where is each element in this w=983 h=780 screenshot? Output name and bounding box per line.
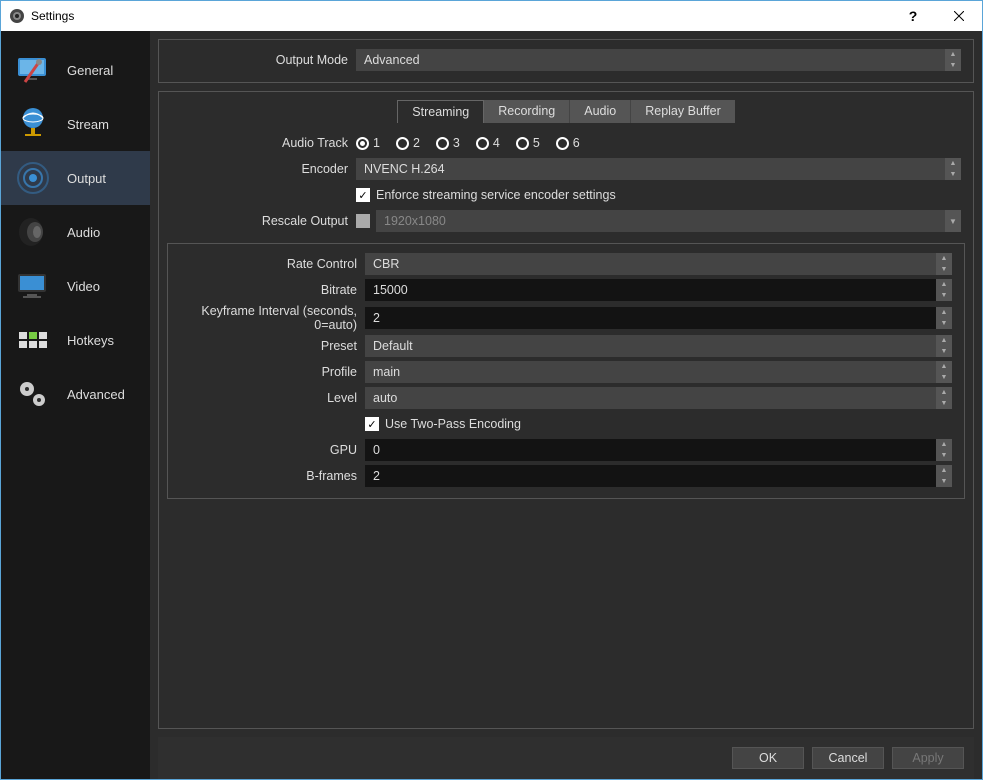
sidebar-item-label: Advanced — [67, 387, 125, 402]
audio-track-radio-2[interactable]: 2 — [396, 136, 420, 150]
sidebar-item-label: Stream — [67, 117, 109, 132]
tab-streaming[interactable]: Streaming — [397, 100, 484, 123]
settings-window: Settings ? General Stream Output — [0, 0, 983, 780]
audio-track-radio-5[interactable]: 5 — [516, 136, 540, 150]
audio-track-radio-1[interactable]: 1 — [356, 136, 380, 150]
rate-control-label: Rate Control — [180, 257, 365, 271]
main-panel: Output Mode Advanced ▲▼ Streaming Record… — [150, 31, 982, 779]
chevron-updown-icon[interactable]: ▲▼ — [945, 49, 961, 71]
audio-track-radio-3[interactable]: 3 — [436, 136, 460, 150]
sidebar-item-stream[interactable]: Stream — [1, 97, 150, 151]
monitor-icon — [13, 50, 53, 90]
broadcast-icon — [13, 158, 53, 198]
globe-icon — [13, 104, 53, 144]
output-mode-label: Output Mode — [171, 53, 356, 67]
sidebar-item-general[interactable]: General — [1, 43, 150, 97]
spinner-icon[interactable]: ▲▼ — [936, 279, 952, 301]
rescale-select: 1920x1080 — [376, 210, 945, 232]
profile-label: Profile — [180, 365, 365, 379]
output-tabs: Streaming Recording Audio Replay Buffer — [159, 92, 973, 123]
chevron-updown-icon[interactable]: ▲▼ — [936, 335, 952, 357]
audio-track-radio-6[interactable]: 6 — [556, 136, 580, 150]
level-label: Level — [180, 391, 365, 405]
output-mode-panel: Output Mode Advanced ▲▼ — [158, 39, 974, 83]
sidebar-item-label: Audio — [67, 225, 100, 240]
keyboard-icon — [13, 320, 53, 360]
level-select[interactable]: auto — [365, 387, 936, 409]
profile-select[interactable]: main — [365, 361, 936, 383]
output-settings-panel: Streaming Recording Audio Replay Buffer … — [158, 91, 974, 729]
preset-select[interactable]: Default — [365, 335, 936, 357]
spinner-icon[interactable]: ▲▼ — [936, 465, 952, 487]
tab-recording[interactable]: Recording — [484, 100, 570, 123]
enforce-checkbox[interactable]: ✓ — [356, 188, 370, 202]
chevron-updown-icon[interactable]: ▲▼ — [936, 253, 952, 275]
sidebar-item-output[interactable]: Output — [1, 151, 150, 205]
twopass-label: Use Two-Pass Encoding — [385, 417, 521, 431]
rescale-checkbox[interactable] — [356, 214, 370, 228]
display-icon — [13, 266, 53, 306]
audio-track-radio-4[interactable]: 4 — [476, 136, 500, 150]
sidebar-item-label: General — [67, 63, 113, 78]
cancel-button[interactable]: Cancel — [812, 747, 884, 769]
sidebar-item-hotkeys[interactable]: Hotkeys — [1, 313, 150, 367]
chevron-down-icon: ▼ — [945, 210, 961, 232]
sidebar-item-audio[interactable]: Audio — [1, 205, 150, 259]
sidebar: General Stream Output Audio Video Hotkey… — [1, 31, 150, 779]
audio-track-label: Audio Track — [171, 136, 356, 150]
bitrate-input[interactable]: 15000 — [365, 279, 936, 301]
bitrate-label: Bitrate — [180, 283, 365, 297]
bframes-input[interactable]: 2 — [365, 465, 936, 487]
spinner-icon[interactable]: ▲▼ — [936, 439, 952, 461]
sidebar-item-label: Hotkeys — [67, 333, 114, 348]
audio-track-radios: 1 2 3 4 5 6 — [356, 136, 961, 150]
encoder-label: Encoder — [171, 162, 356, 176]
sidebar-item-label: Video — [67, 279, 100, 294]
chevron-updown-icon[interactable]: ▲▼ — [936, 361, 952, 383]
chevron-updown-icon[interactable]: ▲▼ — [945, 158, 961, 180]
tab-audio[interactable]: Audio — [570, 100, 631, 123]
window-title: Settings — [31, 9, 890, 23]
spinner-icon[interactable]: ▲▼ — [936, 307, 952, 329]
output-mode-select[interactable]: Advanced — [356, 49, 945, 71]
encoder-settings-panel: Rate Control CBR ▲▼ Bitrate 15000 ▲▼ — [167, 243, 965, 499]
gears-icon — [13, 374, 53, 414]
speaker-icon — [13, 212, 53, 252]
keyframe-input[interactable]: 2 — [365, 307, 936, 329]
keyframe-label: Keyframe Interval (seconds, 0=auto) — [180, 304, 365, 332]
tab-replay-buffer[interactable]: Replay Buffer — [631, 100, 735, 123]
dialog-footer: OK Cancel Apply — [158, 737, 974, 779]
rescale-label: Rescale Output — [171, 214, 356, 228]
rate-control-select[interactable]: CBR — [365, 253, 936, 275]
gpu-label: GPU — [180, 443, 365, 457]
preset-label: Preset — [180, 339, 365, 353]
sidebar-item-advanced[interactable]: Advanced — [1, 367, 150, 421]
help-button[interactable]: ? — [890, 1, 936, 31]
ok-button[interactable]: OK — [732, 747, 804, 769]
encoder-select[interactable]: NVENC H.264 — [356, 158, 945, 180]
close-button[interactable] — [936, 1, 982, 31]
sidebar-item-label: Output — [67, 171, 106, 186]
app-icon — [9, 8, 25, 24]
twopass-checkbox[interactable]: ✓ — [365, 417, 379, 431]
apply-button[interactable]: Apply — [892, 747, 964, 769]
sidebar-item-video[interactable]: Video — [1, 259, 150, 313]
gpu-input[interactable]: 0 — [365, 439, 936, 461]
enforce-label: Enforce streaming service encoder settin… — [376, 188, 616, 202]
chevron-updown-icon[interactable]: ▲▼ — [936, 387, 952, 409]
titlebar: Settings ? — [1, 1, 982, 31]
bframes-label: B-frames — [180, 469, 365, 483]
